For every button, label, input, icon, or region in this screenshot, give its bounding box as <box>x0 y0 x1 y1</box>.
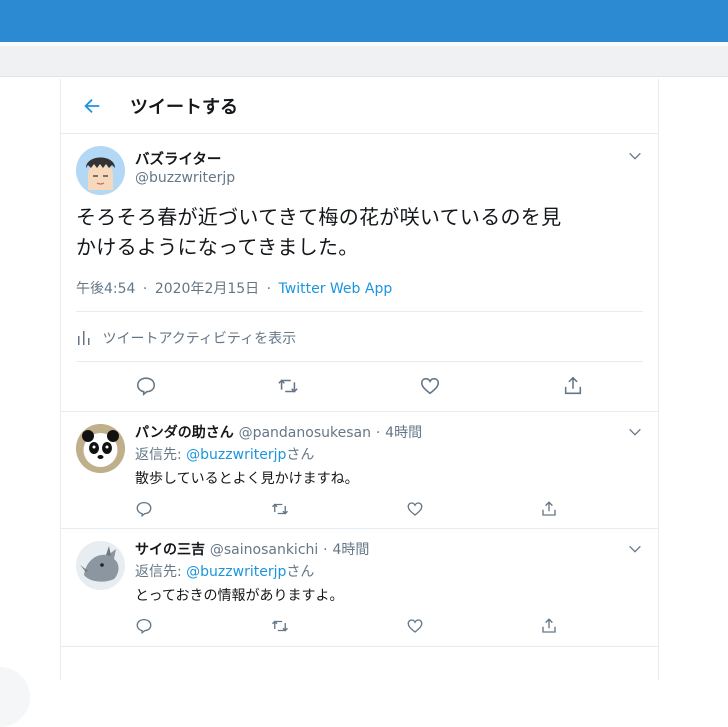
reply-to-line: 返信先: @buzzwriterjpさん <box>135 444 314 464</box>
tweet-column: ツイートする バズライター @buzzwriterjp そろそろ春が近づいてきて… <box>60 79 659 680</box>
retweet-icon[interactable] <box>277 375 299 397</box>
retweet-icon[interactable] <box>271 617 289 635</box>
like-icon[interactable] <box>406 617 424 635</box>
page-header: ツイートする <box>61 79 658 134</box>
tweet-text-line-2: かけるようになってきました。 <box>76 235 359 259</box>
reply-to-prefix: 返信先: <box>135 447 187 463</box>
rhino-avatar-illustration <box>76 541 125 590</box>
reply-item[interactable]: パンダの助さん @pandanosukesan · 4時間 返信先: @buzz… <box>61 411 658 528</box>
share-icon[interactable] <box>540 500 558 518</box>
chevron-down-icon[interactable] <box>627 424 643 440</box>
reply-icon[interactable] <box>135 375 157 397</box>
reply-to-prefix: 返信先: <box>135 564 187 580</box>
reply-text: とっておきの情報がありますよ。 <box>135 588 344 604</box>
browser-toolbar <box>0 46 728 77</box>
like-icon[interactable] <box>419 375 441 397</box>
share-icon[interactable] <box>540 617 558 635</box>
author-avatar-illustration <box>76 146 125 195</box>
meta-divider <box>76 311 643 312</box>
activity-divider <box>76 361 643 362</box>
reply-to-handle[interactable]: @buzzwriterjp <box>186 447 286 463</box>
reply-time[interactable]: 4時間 <box>332 542 369 558</box>
reply-to-suffix: さん <box>286 564 315 580</box>
reply-avatar[interactable] <box>76 424 125 473</box>
meta-separator: · <box>142 281 148 297</box>
browser-titlebar <box>0 0 728 42</box>
author-name[interactable]: バズライター <box>135 148 221 169</box>
panda-avatar-illustration <box>76 424 125 473</box>
reply-avatar[interactable] <box>76 541 125 590</box>
like-icon[interactable] <box>406 500 424 518</box>
tweet-activity-link[interactable]: ツイートアクティビティを表示 <box>76 328 296 348</box>
share-icon[interactable] <box>562 375 584 397</box>
tweet-text-line-1: そろそろ春が近づいてきて梅の花が咲いているのを見 <box>76 205 562 229</box>
chevron-down-icon[interactable] <box>627 541 643 557</box>
reply-to-line: 返信先: @buzzwriterjpさん <box>135 561 314 581</box>
chevron-down-icon[interactable] <box>627 148 643 164</box>
reply-separator: · <box>375 425 381 441</box>
reply-item[interactable]: サイの三吉 @sainosankichi · 4時間 返信先: @buzzwri… <box>61 528 658 647</box>
reply-text: 散歩しているとよく見かけますね。 <box>135 471 359 487</box>
reply-header: サイの三吉 @sainosankichi · 4時間 <box>135 539 369 559</box>
reply-header: パンダの助さん @pandanosukesan · 4時間 <box>135 422 422 442</box>
bar-chart-icon <box>78 331 90 345</box>
reply-to-suffix: さん <box>286 447 315 463</box>
reply-separator: · <box>323 542 328 558</box>
author-avatar[interactable] <box>76 146 125 195</box>
background-shape <box>0 667 30 727</box>
reply-author-name[interactable]: パンダの助さん <box>135 425 234 441</box>
tweet-date[interactable]: 2020年2月15日 <box>155 281 259 297</box>
back-arrow-icon[interactable] <box>81 95 103 117</box>
author-handle[interactable]: @buzzwriterjp <box>135 170 235 186</box>
reply-icon[interactable] <box>135 617 153 635</box>
page-title: ツイートする <box>130 97 238 118</box>
tweet-meta: 午後4:54 · 2020年2月15日 · Twitter Web App <box>76 278 392 298</box>
tweet-source-link[interactable]: Twitter Web App <box>279 281 393 297</box>
reply-icon[interactable] <box>135 500 153 518</box>
tweet-time[interactable]: 午後4:54 <box>76 281 135 297</box>
reply-time[interactable]: 4時間 <box>385 425 422 441</box>
retweet-icon[interactable] <box>271 500 289 518</box>
reply-to-handle[interactable]: @buzzwriterjp <box>186 564 286 580</box>
meta-separator-2: · <box>266 281 272 297</box>
tweet-activity-label: ツイートアクティビティを表示 <box>102 331 297 347</box>
reply-author-name[interactable]: サイの三吉 <box>135 542 205 558</box>
reply-author-handle[interactable]: @sainosankichi <box>210 542 318 558</box>
tweet-text: そろそろ春が近づいてきて梅の花が咲いているのを見 かけるようになってきました。 <box>76 202 646 262</box>
reply-author-handle[interactable]: @pandanosukesan <box>239 425 371 441</box>
